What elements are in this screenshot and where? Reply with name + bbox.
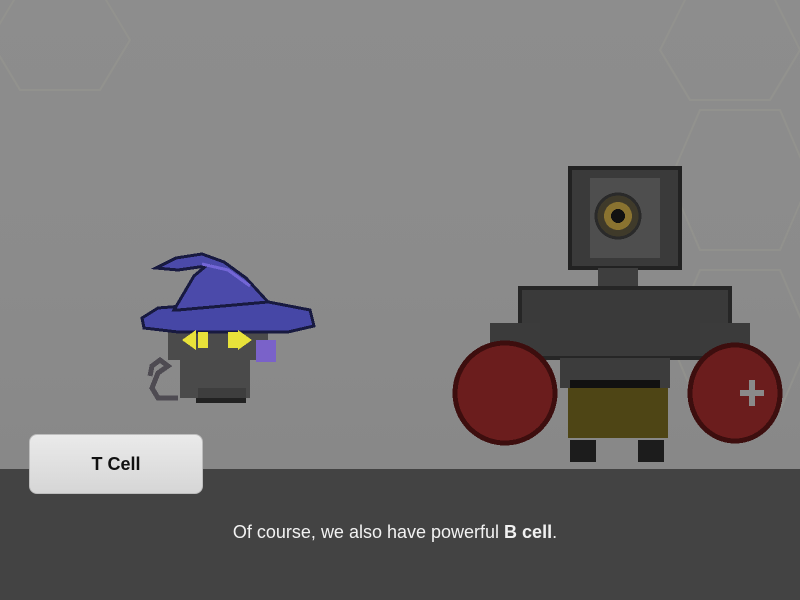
t-cell-wizard-cat-sprite (140, 252, 316, 403)
speaker-name: T Cell (91, 453, 141, 474)
dialog-text-end: . (552, 522, 558, 542)
b-cell-cyclops-sprite (452, 166, 783, 462)
dialog-text: Of course, we also have powerful B cell. (0, 522, 790, 543)
dialog-text-start: Of course, we also have powerful (232, 522, 505, 542)
game-scene (0, 0, 800, 470)
speaker-name-plate: T Cell (29, 434, 203, 494)
dialog-text-highlight: B cell (504, 522, 553, 542)
